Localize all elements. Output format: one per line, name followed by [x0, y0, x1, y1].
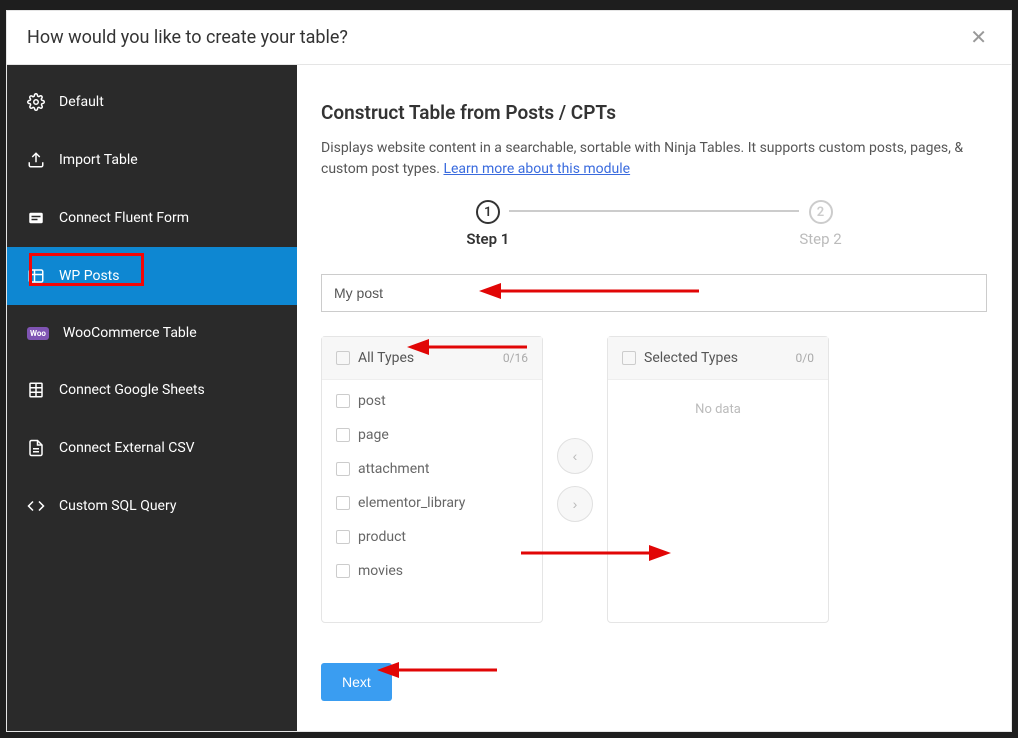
all-types-panel: All Types 0/16 post page attachment elem… — [321, 336, 543, 623]
chevron-right-icon: › — [573, 496, 578, 512]
all-types-list[interactable]: post page attachment elementor_library p… — [322, 380, 542, 622]
file-icon — [27, 439, 45, 457]
list-item[interactable]: movies — [322, 554, 542, 588]
sidebar-item-label: Custom SQL Query — [59, 498, 176, 514]
item-checkbox[interactable] — [336, 496, 350, 510]
modal-title: How would you like to create your table? — [27, 27, 348, 48]
sidebar-item-label: Import Table — [59, 152, 138, 168]
sidebar-item-default[interactable]: Default — [7, 73, 297, 131]
select-all-checkbox[interactable] — [622, 351, 636, 365]
selected-types-list[interactable]: No data — [608, 380, 828, 622]
woo-icon: Woo — [27, 327, 49, 340]
step-label: Step 1 — [466, 230, 509, 248]
code-icon — [27, 497, 45, 515]
list-item[interactable]: product — [322, 520, 542, 554]
sidebar-item-label: Connect Fluent Form — [59, 210, 189, 226]
transfer-widget: All Types 0/16 post page attachment elem… — [321, 336, 987, 623]
table-name-input[interactable] — [321, 274, 987, 312]
content-area: Construct Table from Posts / CPTs Displa… — [297, 65, 1011, 731]
item-checkbox[interactable] — [336, 462, 350, 476]
form-icon — [27, 209, 45, 227]
modal-header: How would you like to create your table?… — [7, 11, 1011, 65]
posts-icon — [27, 267, 45, 285]
gear-icon — [27, 93, 45, 111]
content-title: Construct Table from Posts / CPTs — [321, 101, 987, 124]
sidebar-item-label: Default — [59, 94, 104, 110]
item-checkbox[interactable] — [336, 428, 350, 442]
panel-count: 0/0 — [796, 351, 814, 365]
panel-header: All Types 0/16 — [322, 337, 542, 380]
sidebar-item-label: Connect External CSV — [59, 440, 195, 456]
content-description: Displays website content in a searchable… — [321, 138, 987, 180]
selected-types-panel: Selected Types 0/0 No data — [607, 336, 829, 623]
panel-header: Selected Types 0/0 — [608, 337, 828, 380]
transfer-buttons: ‹ › — [557, 336, 593, 623]
move-right-button[interactable]: › — [557, 486, 593, 522]
sidebar-item-import-table[interactable]: Import Table — [7, 131, 297, 189]
step-connector — [509, 210, 799, 212]
create-table-modal: How would you like to create your table?… — [6, 10, 1012, 732]
step-label: Step 2 — [799, 230, 841, 248]
list-item[interactable]: elementor_library — [322, 486, 542, 520]
list-item[interactable]: post — [322, 384, 542, 418]
sidebar-item-fluent-form[interactable]: Connect Fluent Form — [7, 189, 297, 247]
next-button[interactable]: Next — [321, 663, 392, 701]
sidebar-item-sql-query[interactable]: Custom SQL Query — [7, 477, 297, 535]
sidebar-item-label: Connect Google Sheets — [59, 382, 205, 398]
step-1: 1 Step 1 — [466, 200, 509, 248]
step-2: 2 Step 2 — [799, 200, 841, 248]
item-checkbox[interactable] — [336, 394, 350, 408]
close-icon: ✕ — [970, 27, 987, 49]
learn-more-link[interactable]: Learn more about this module — [443, 161, 630, 177]
list-item[interactable]: attachment — [322, 452, 542, 486]
move-left-button[interactable]: ‹ — [557, 438, 593, 474]
sidebar-item-label: WP Posts — [59, 268, 119, 284]
sheets-icon — [27, 381, 45, 399]
panel-title: All Types — [358, 350, 495, 366]
empty-text: No data — [608, 384, 828, 417]
steps-indicator: 1 Step 1 2 Step 2 — [321, 200, 987, 248]
upload-icon — [27, 151, 45, 169]
sidebar-item-woocommerce[interactable]: Woo WooCommerce Table — [7, 305, 297, 361]
sidebar-item-google-sheets[interactable]: Connect Google Sheets — [7, 361, 297, 419]
panel-title: Selected Types — [644, 350, 788, 366]
sidebar-item-external-csv[interactable]: Connect External CSV — [7, 419, 297, 477]
panel-count: 0/16 — [503, 351, 528, 365]
annotation-arrow — [377, 660, 497, 680]
close-button[interactable]: ✕ — [966, 25, 991, 50]
select-all-checkbox[interactable] — [336, 351, 350, 365]
step-circle: 1 — [476, 200, 500, 224]
modal-body: Default Import Table Connect Fluent Form… — [7, 65, 1011, 731]
step-circle: 2 — [809, 200, 833, 224]
sidebar: Default Import Table Connect Fluent Form… — [7, 65, 297, 731]
item-checkbox[interactable] — [336, 564, 350, 578]
item-checkbox[interactable] — [336, 530, 350, 544]
list-item[interactable]: page — [322, 418, 542, 452]
chevron-left-icon: ‹ — [573, 448, 578, 464]
sidebar-item-wp-posts[interactable]: WP Posts — [7, 247, 297, 305]
sidebar-item-label: WooCommerce Table — [63, 325, 197, 341]
